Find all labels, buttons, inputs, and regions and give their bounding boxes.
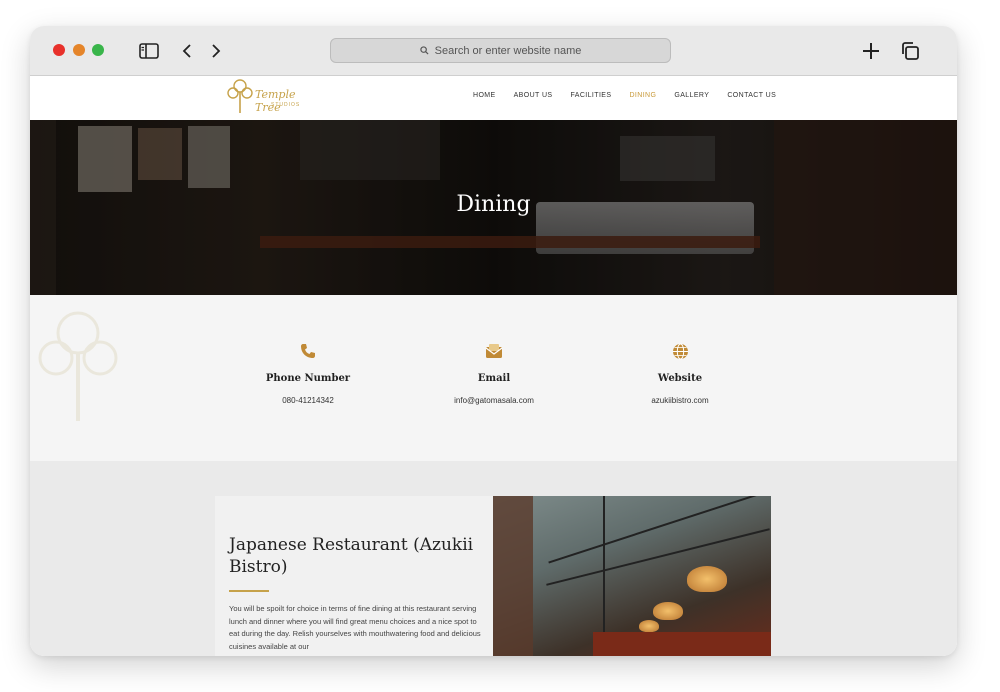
nav-facilities[interactable]: FACILITIES [570, 92, 611, 99]
email-icon [485, 343, 503, 361]
phone-icon [299, 343, 317, 361]
website-value[interactable]: azukiibistro.com [600, 396, 760, 405]
maximize-window-button[interactable] [92, 44, 104, 56]
phone-value[interactable]: 080-41214342 [228, 396, 388, 405]
main-navigation: HOME ABOUT US FACILITIES DINING GALLERY … [473, 92, 776, 99]
restaurant-title: Japanese Restaurant (Azukii Bistro) [229, 535, 474, 577]
phone-title: Phone Number [265, 373, 351, 384]
logo-text: Temple Tree [255, 88, 296, 114]
phone-contact: Phone Number 080-41214342 [228, 343, 388, 405]
forward-icon[interactable] [204, 39, 228, 63]
nav-dining[interactable]: DINING [629, 92, 656, 99]
title-divider [229, 590, 269, 592]
nav-contact-us[interactable]: CONTACT US [727, 92, 776, 99]
nav-about-us[interactable]: ABOUT US [514, 92, 553, 99]
nav-gallery[interactable]: GALLERY [674, 92, 709, 99]
site-header: Temple Tree STUDIOS HOME ABOUT US FACILI… [30, 76, 957, 120]
nav-home[interactable]: HOME [473, 92, 496, 99]
email-value[interactable]: info@gatomasala.com [414, 396, 574, 405]
website-title: Website [657, 373, 703, 384]
minimize-window-button[interactable] [73, 44, 85, 56]
url-bar[interactable]: Search or enter website name [330, 38, 671, 63]
web-page: Temple Tree STUDIOS HOME ABOUT US FACILI… [30, 76, 957, 656]
browser-toolbar: Search or enter website name [30, 26, 957, 76]
globe-icon [671, 343, 689, 361]
restaurant-section: Japanese Restaurant (Azukii Bistro) You … [30, 461, 957, 656]
url-placeholder: Search or enter website name [434, 44, 582, 57]
browser-window: Search or enter website name Temple Tree… [30, 26, 957, 656]
restaurant-photo [493, 496, 771, 656]
logo-subtext: STUDIOS [271, 102, 301, 108]
tree-logo-icon [227, 79, 253, 113]
back-icon[interactable] [175, 39, 199, 63]
restaurant-card: Japanese Restaurant (Azukii Bistro) You … [215, 496, 493, 656]
site-logo[interactable]: Temple Tree STUDIOS [225, 76, 315, 116]
email-contact: Email info@gatomasala.com [414, 343, 574, 405]
email-title: Email [477, 373, 511, 384]
search-icon [419, 46, 429, 55]
website-contact: Website azukiibistro.com [600, 343, 760, 405]
new-tab-icon[interactable] [859, 39, 883, 63]
hero-banner: Dining [30, 120, 957, 295]
tree-watermark-icon [38, 311, 118, 421]
close-window-button[interactable] [53, 44, 65, 56]
restaurant-description: You will be spoilt for choice in terms o… [229, 604, 481, 651]
page-title: Dining [456, 192, 531, 217]
contact-info-section: Phone Number 080-41214342 Email info@gat… [30, 295, 957, 461]
sidebar-toggle-icon[interactable] [137, 39, 161, 63]
tabs-overview-icon[interactable] [898, 39, 922, 63]
